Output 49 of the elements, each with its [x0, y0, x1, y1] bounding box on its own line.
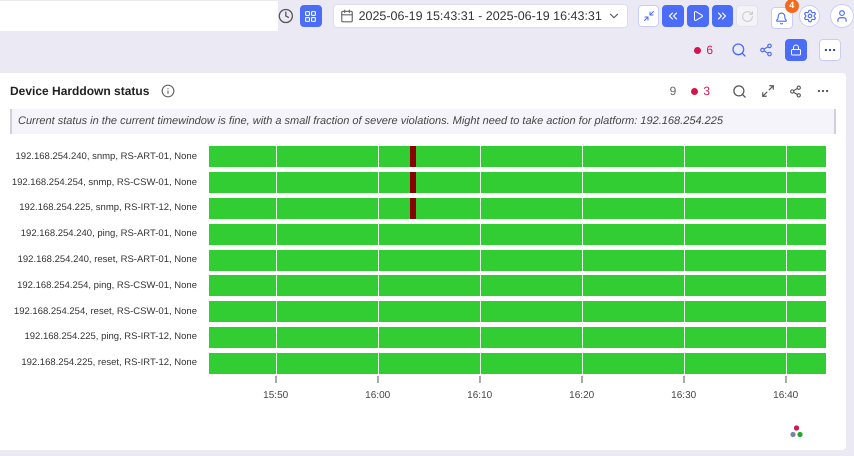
- lock-icon: [790, 44, 802, 56]
- notifications-button[interactable]: [770, 7, 793, 29]
- collapse-button[interactable]: [638, 5, 660, 27]
- bell-icon: [775, 12, 788, 24]
- share-icon[interactable]: [759, 43, 773, 57]
- expand-icon[interactable]: [761, 84, 775, 98]
- user-button[interactable]: [830, 4, 854, 28]
- more-button[interactable]: [819, 39, 841, 61]
- rewind-button[interactable]: [662, 5, 684, 27]
- row-label: 192.168.254.225, snmp, RS-IRT-12, None: [19, 201, 197, 216]
- row-label: 192.168.254.225, ping, RS-IRT-12, None: [24, 330, 197, 344]
- panel-alert-count: 3: [691, 82, 710, 100]
- clock-icon[interactable]: [278, 8, 294, 24]
- play-icon: [692, 10, 704, 22]
- search-icon[interactable]: [732, 84, 747, 98]
- refresh-icon: [740, 10, 754, 22]
- row-label: 192.168.254.240, reset, RS-ART-01, None: [18, 252, 197, 267]
- forward-button[interactable]: [712, 5, 734, 27]
- axis-tick-label: 16:20: [569, 389, 594, 404]
- row-label: 192.168.254.225, reset, RS-IRT-12, None: [21, 356, 197, 370]
- lock-button[interactable]: [785, 39, 807, 61]
- axis-tick-label: 16:00: [365, 389, 390, 404]
- row-label: 192.168.254.254, ping, RS-CSW-01, None: [17, 278, 197, 293]
- axis-tick-label: 16:10: [467, 389, 492, 404]
- grid-icon: [304, 10, 318, 22]
- axis-tick-label: 16:40: [773, 389, 798, 404]
- axis-tick-label: 16:30: [671, 389, 696, 404]
- date-range-picker[interactable]: 2025-06-19 15:43:31 - 2025-06-19 16:43:31: [332, 4, 628, 28]
- alert-count: 6: [694, 41, 713, 59]
- notification-badge: 4: [784, 0, 799, 13]
- play-button[interactable]: [687, 5, 709, 27]
- settings-button[interactable]: [798, 5, 820, 27]
- row-label: 192.168.254.254, snmp, RS-CSW-01, None: [12, 176, 197, 190]
- settings-icon: [802, 9, 817, 23]
- calendar-icon: [340, 9, 354, 23]
- user-icon: [835, 9, 850, 23]
- row-label: 192.168.254.240, snmp, RS-ART-01, None: [16, 150, 197, 164]
- axis-tick-label: 15:50: [263, 389, 288, 404]
- panel-title: Device Harddown status: [10, 83, 150, 100]
- item-count: 9: [670, 83, 676, 100]
- info-icon[interactable]: [161, 84, 176, 98]
- status-message: Current status in the current timewindow is fine, with a small fraction of severe violations. Might need to take action for platform: 192.168.254.225: [10, 109, 836, 134]
- collapse-icon: [642, 10, 655, 22]
- search-icon[interactable]: [731, 42, 747, 58]
- row-label: 192.168.254.254, reset, RS-CSW-01, None: [14, 304, 197, 319]
- logo-icon: [790, 425, 803, 438]
- view-toggle-button[interactable]: [300, 5, 322, 27]
- row-label: 192.168.254.240, ping, RS-ART-01, None: [20, 227, 197, 242]
- share-icon[interactable]: [789, 84, 802, 98]
